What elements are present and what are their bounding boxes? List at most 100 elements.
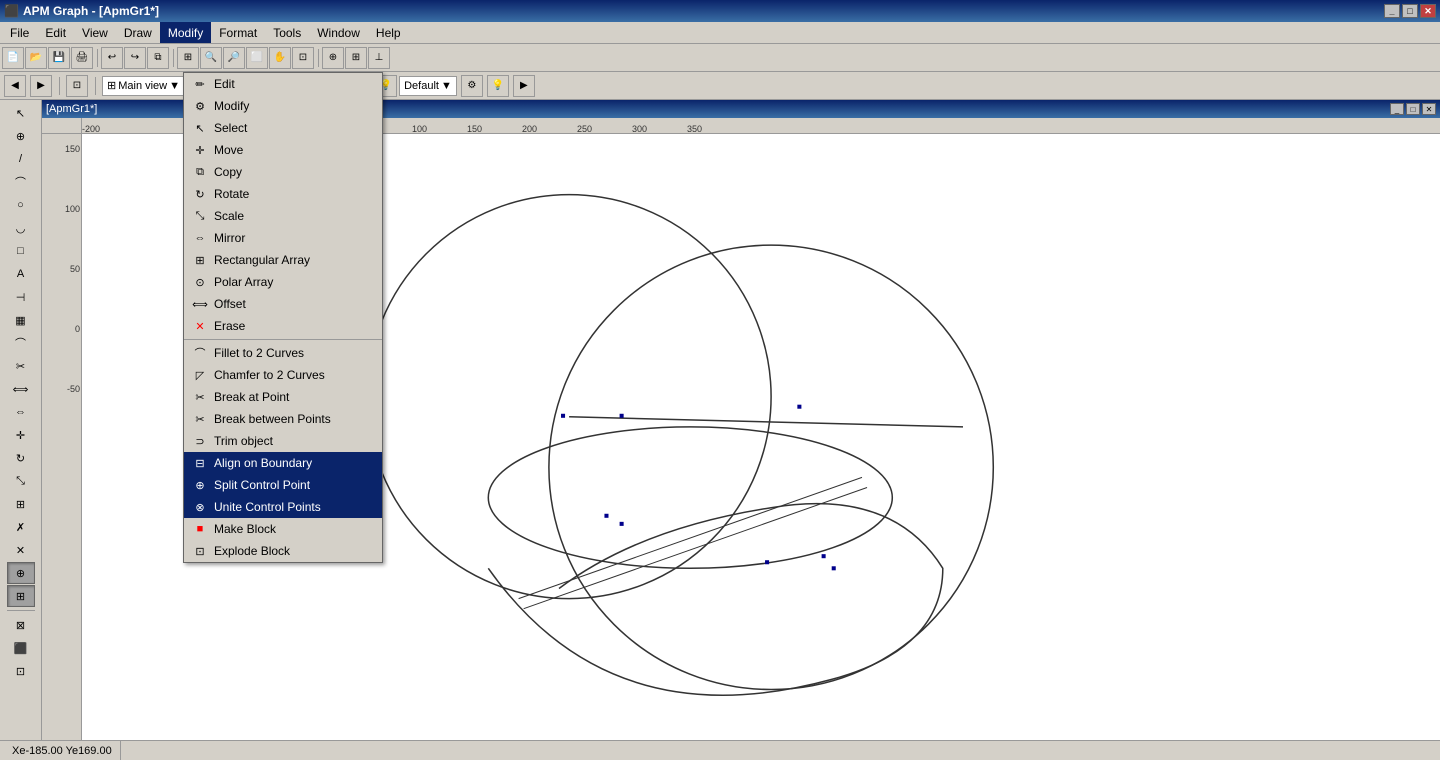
maximize-button[interactable]: □ [1402,4,1418,18]
trim-icon: ⊃ [192,433,208,449]
lt-array[interactable]: ⊞ [7,493,35,515]
menu-draw[interactable]: Draw [116,22,160,43]
zoom-out-button[interactable]: 🔎 [223,47,245,69]
toolbar1: 📄 📂 💾 🖨 ↩ ↪ ⧉ ⊞ 🔍 🔎 ⬜ ✋ ⊡ ⊕ ⊞ ⊥ [0,44,1440,72]
tb-copy-button[interactable]: ⧉ [147,47,169,69]
print-button[interactable]: 🖨 [71,47,93,69]
menu-tools[interactable]: Tools [265,22,309,43]
menu-split-cp-item[interactable]: ⊕ Split Control Point [184,474,382,496]
lt-arc[interactable]: ◡ [7,217,35,239]
menu-break-between-item[interactable]: ✂ Break between Points [184,408,382,430]
lt-erase[interactable]: ✕ [7,539,35,561]
zoom-ext-button[interactable]: ⊞ [177,47,199,69]
redo-button[interactable]: ↪ [124,47,146,69]
inner-minimize[interactable]: _ [1390,103,1404,115]
lt-line[interactable]: / [7,148,35,170]
lt-extra1[interactable]: ⊠ [7,614,35,636]
lt-extra2[interactable]: ⬛ [7,637,35,659]
default-dropdown[interactable]: Default ▼ [399,76,457,96]
edit-icon: ✏ [192,76,208,92]
grid-button[interactable]: ⊞ [345,47,367,69]
menu-view[interactable]: View [74,22,116,43]
title-bar-text: APM Graph - [ApmGr1*] [23,4,159,18]
open-button[interactable]: 📂 [25,47,47,69]
pan-button[interactable]: ✋ [269,47,291,69]
menu-mirror-item[interactable]: ⇔ Mirror [184,227,382,249]
zoom-in-button[interactable]: 🔍 [200,47,222,69]
zoom-sel-button[interactable]: ⊡ [292,47,314,69]
lt-rotate[interactable]: ↻ [7,447,35,469]
menu-scale-item[interactable]: ⤡ Scale [184,205,382,227]
app-icon: ⬛ [4,4,19,18]
menu-edit[interactable]: Edit [37,22,74,43]
lt-trim[interactable]: ✂ [7,355,35,377]
menu-file[interactable]: File [2,22,37,43]
new-button[interactable]: 📄 [2,47,24,69]
lt-hatch[interactable]: ▦ [7,309,35,331]
menu-modify[interactable]: Modify [160,22,211,43]
lt-select[interactable]: ↖ [7,102,35,124]
menu-move-item[interactable]: ✛ Move [184,139,382,161]
menu-copy-item[interactable]: ⧉ Copy [184,161,382,183]
lt-dim[interactable]: ⊣ [7,286,35,308]
menu-polar-array-item[interactable]: ⊙ Polar Array [184,271,382,293]
inner-maximize[interactable]: □ [1406,103,1420,115]
lt-snap[interactable]: ⊕ [7,562,35,584]
menu-offset-item[interactable]: ⟺ Offset [184,293,382,315]
lt-rect[interactable]: □ [7,240,35,262]
menu-rect-array-item[interactable]: ⊞ Rectangular Array [184,249,382,271]
view-sep1 [56,75,62,97]
view-sep2 [92,75,98,97]
title-bar-controls[interactable]: _ □ ✕ [1384,4,1436,18]
unite-cp-label: Unite Control Points [214,500,321,514]
menu-unite-cp-item[interactable]: ⊗ Unite Control Points [184,496,382,518]
menu-select-item[interactable]: ↖ Select [184,117,382,139]
tb-bulb-btn2[interactable]: 💡 [487,75,509,97]
close-button[interactable]: ✕ [1420,4,1436,18]
tb-settings-btn[interactable]: ⚙ [461,75,483,97]
view-next-button[interactable]: ▶ [30,75,52,97]
menu-make-block-item[interactable]: ■ Make Block [184,518,382,540]
lt-extra3[interactable]: ⊡ [7,660,35,682]
lt-circle[interactable]: ○ [7,194,35,216]
view-prev-button[interactable]: ◀ [4,75,26,97]
rotate-icon: ↻ [192,186,208,202]
lt-offset[interactable]: ⟺ [7,378,35,400]
menu-modify-item[interactable]: ⚙ Modify [184,95,382,117]
lt-fillet[interactable]: ⌒ [7,332,35,354]
menu-erase-item[interactable]: ✕ Erase [184,315,382,337]
lt-text[interactable]: A [7,263,35,285]
menu-trim-item[interactable]: ⊃ Trim object [184,430,382,452]
menu-window[interactable]: Window [309,22,368,43]
lt-move[interactable]: ✛ [7,424,35,446]
menu-align-item[interactable]: ⊟ Align on Boundary [184,452,382,474]
menu-break-point-item[interactable]: ✂ Break at Point [184,386,382,408]
lt-node[interactable]: ⊕ [7,125,35,147]
lt-polyline[interactable]: ⌒ [7,171,35,193]
minimize-button[interactable]: _ [1384,4,1400,18]
save-button[interactable]: 💾 [48,47,70,69]
menu-edit-item[interactable]: ✏ Edit [184,73,382,95]
zoom-window-button[interactable]: ⬜ [246,47,268,69]
ortho-button[interactable]: ⊥ [368,47,390,69]
lt-scale[interactable]: ⤡ [7,470,35,492]
lt-mirror[interactable]: ⇔ [7,401,35,423]
menu-chamfer-item[interactable]: ◸ Chamfer to 2 Curves [184,364,382,386]
undo-button[interactable]: ↩ [101,47,123,69]
snap-button[interactable]: ⊕ [322,47,344,69]
zoom-all-button[interactable]: ⊡ [66,75,88,97]
main-view-dropdown[interactable]: ⊞ Main view ▼ [102,76,185,96]
menu-explode-block-item[interactable]: ⊡ Explode Block [184,540,382,562]
menu-help[interactable]: Help [368,22,409,43]
menu-format[interactable]: Format [211,22,265,43]
chamfer-label: Chamfer to 2 Curves [214,368,325,382]
lt-break[interactable]: ✗ [7,516,35,538]
inner-title-controls[interactable]: _ □ ✕ [1390,103,1436,115]
inner-close[interactable]: ✕ [1422,103,1436,115]
menu-rotate-item[interactable]: ↻ Rotate [184,183,382,205]
lt-active2[interactable]: ⊞ [7,585,35,607]
menu-fillet-item[interactable]: ⌒ Fillet to 2 Curves [184,342,382,364]
tb-more-btn[interactable]: ▶ [513,75,535,97]
erase-icon: ✕ [192,318,208,334]
vtick-150: 150 [65,144,80,154]
